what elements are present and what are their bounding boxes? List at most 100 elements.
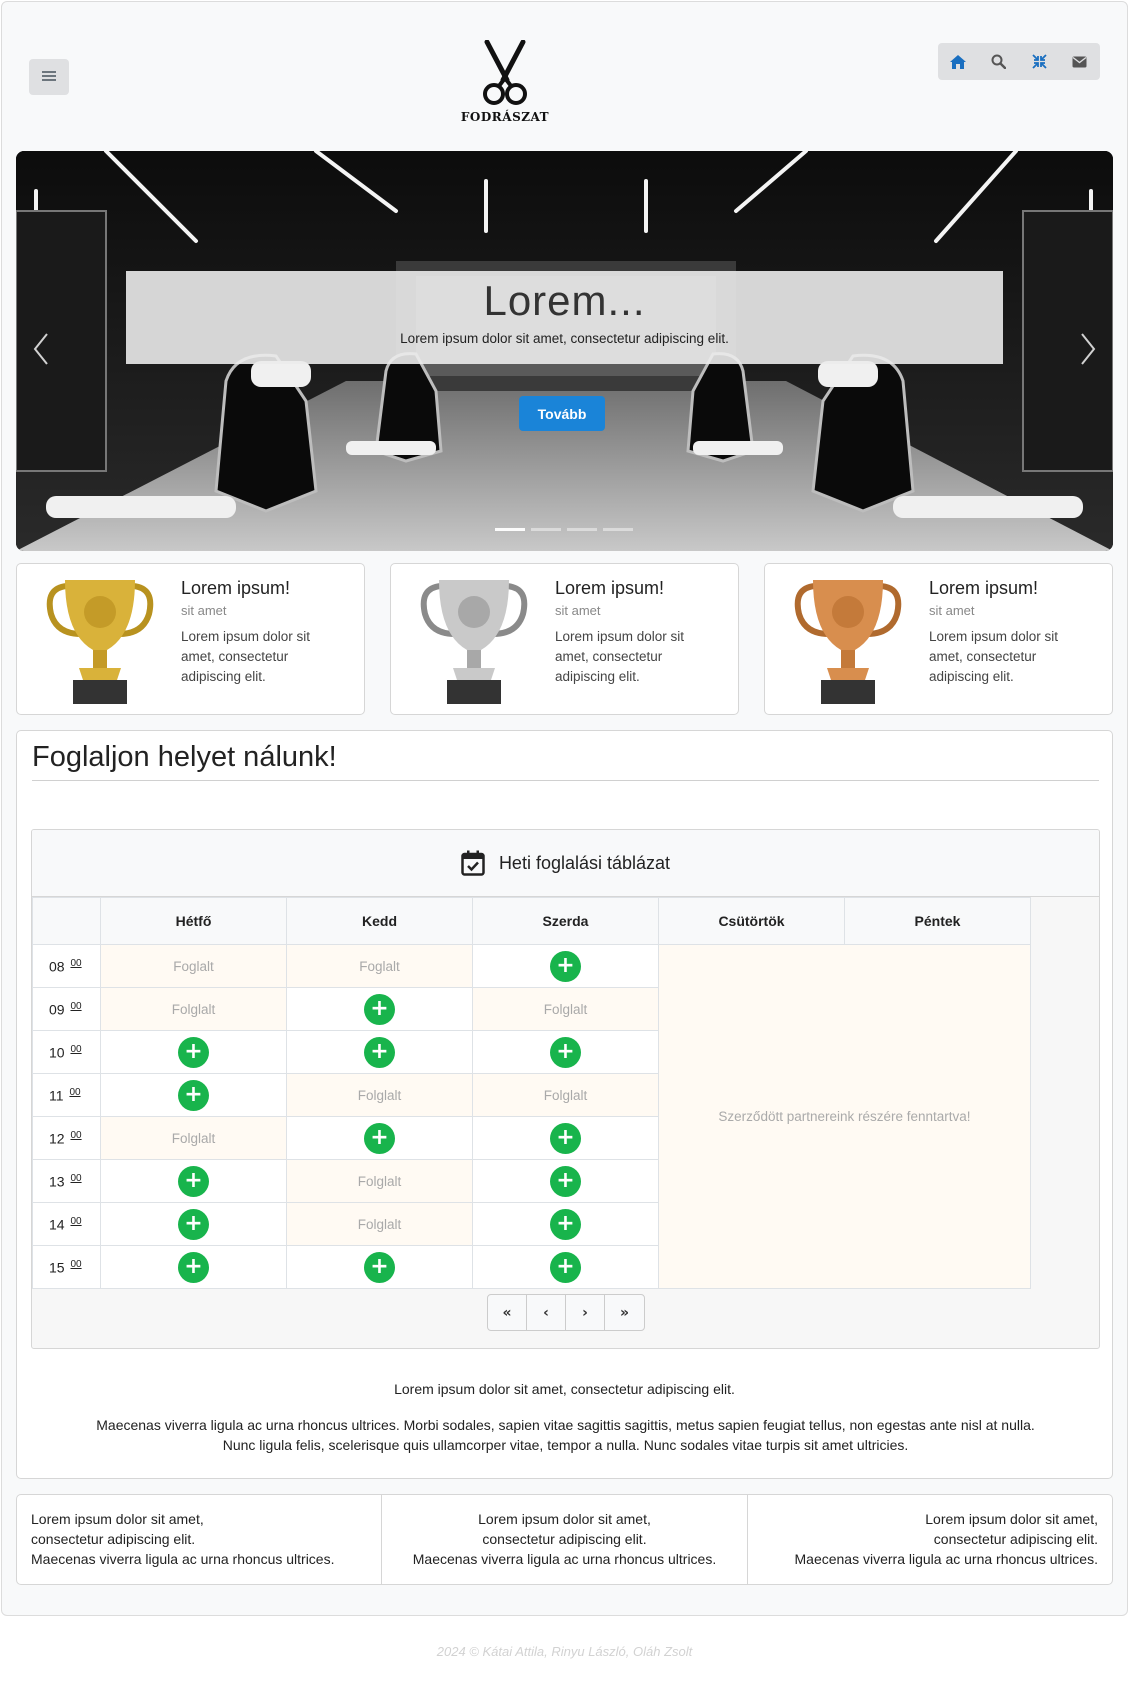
slot-free-cell: + [100,1159,287,1203]
slot-free-cell: + [100,1202,287,1246]
hour-label: 08 [49,958,65,975]
day-header: Szerda [472,897,659,945]
slot-busy-cell: Folglalt [100,1116,287,1160]
time-slot-label: 15 00 [32,1245,101,1289]
minute-label: 00 [70,1000,82,1012]
booking-table-card: Heti foglalási táblázat Hétfő Kedd Szerd… [31,829,1100,1349]
slot-free-cell: + [472,944,659,988]
minute-label: 00 [70,1043,82,1055]
time-slot-label: 10 00 [32,1030,101,1074]
carousel-indicator-2[interactable] [531,528,561,531]
footer-line: Maecenas viverra ligula ac urna rhoncus … [31,1551,335,1567]
minute-label: 00 [70,1172,82,1184]
footer-line: consectetur adipiscing elit. [31,1531,196,1547]
slot-busy-cell: Folglalt [286,1202,473,1246]
slot-free-cell: + [100,1245,287,1289]
card-body: Lorem ipsum dolor sit amet, consectetur … [929,629,1059,684]
award-card: Lorem ipsum! sit amet Lorem ipsum dolor … [390,563,739,715]
card-body: Lorem ipsum dolor sit amet, consectetur … [555,629,685,684]
slot-free-cell: + [286,1116,473,1160]
book-slot-button[interactable]: + [178,1208,209,1240]
nav-contact-button[interactable] [1060,43,1101,80]
chevron-right-icon [1081,333,1096,365]
slot-free-cell: + [286,1245,473,1289]
minute-label: 00 [70,1129,82,1141]
search-icon [991,54,1007,69]
next-page-button[interactable]: › [566,1295,605,1330]
book-slot-button[interactable]: + [550,1122,581,1154]
carousel-indicator-3[interactable] [567,528,597,531]
time-slot-label: 13 00 [32,1159,101,1203]
booking-table-header: Heti foglalási táblázat [32,830,1099,897]
award-card: Lorem ipsum! sit amet Lorem ipsum dolor … [16,563,365,715]
carousel-indicator-1[interactable] [495,528,525,531]
slot-busy-cell: Folglalt [286,1073,473,1117]
carousel-text: Lorem ipsum dolor sit amet, consectetur … [400,331,729,346]
first-page-button[interactable]: « [488,1295,527,1330]
slot-busy-cell: Foglalt [286,944,473,988]
footer-line: consectetur adipiscing elit. [482,1531,647,1547]
book-slot-button[interactable]: + [178,1251,209,1283]
footer-column: Lorem ipsum dolor sit amet, consectetur … [746,1495,1112,1584]
footer-line: Maecenas viverra ligula ac urna rhoncus … [412,1551,717,1567]
nav-search-button[interactable] [979,43,1020,80]
booking-text-body: Maecenas viverra ligula ac urna rhoncus … [87,1415,1044,1455]
hero-carousel: Lorem... Lorem ipsum dolor sit amet, con… [16,151,1113,551]
minute-label: 00 [70,957,82,969]
last-page-button[interactable]: » [605,1295,644,1330]
menu-toggle-button[interactable] [29,59,69,95]
carousel-next-button[interactable] [1073,329,1103,369]
book-slot-button[interactable]: + [550,1165,581,1197]
book-slot-button[interactable]: + [550,1036,581,1068]
top-nav [938,43,1100,80]
slot-free-cell: + [472,1245,659,1289]
day-header: Kedd [286,897,473,945]
more-button[interactable]: Tovább [519,396,605,431]
book-slot-button[interactable]: + [364,1251,395,1283]
minute-label: 00 [70,1215,82,1227]
logo[interactable]: FODRÁSZAT [460,40,550,126]
envelope-icon [1072,56,1087,67]
carousel-prev-button[interactable] [26,329,56,369]
book-slot-button[interactable]: + [364,1036,395,1068]
slot-free-cell: + [472,1030,659,1074]
card-subtitle: sit amet [929,603,975,618]
time-column-header [32,897,101,945]
scissors-icon [483,40,527,105]
time-slot-label: 09 00 [32,987,101,1031]
card-subtitle: sit amet [555,603,601,618]
book-slot-button[interactable]: + [550,1251,581,1283]
home-icon [950,54,967,69]
silver-trophy-icon [409,572,539,708]
footer-column: Lorem ipsum dolor sit amet, consectetur … [17,1495,381,1584]
footer-column: Lorem ipsum dolor sit amet, consectetur … [381,1495,746,1584]
book-slot-button[interactable]: + [550,950,581,982]
card-title: Lorem ipsum! [181,578,291,598]
hour-label: 11 [49,1087,64,1104]
nav-home-button[interactable] [938,43,979,80]
minute-label: 00 [69,1086,81,1098]
book-slot-button[interactable]: + [178,1036,209,1068]
book-slot-button[interactable]: + [178,1165,209,1197]
bronze-trophy-icon [783,572,913,708]
footer-info: Lorem ipsum dolor sit amet, consectetur … [16,1494,1113,1585]
carousel-caption: Lorem... Lorem ipsum dolor sit amet, con… [126,271,1003,364]
slot-free-cell: + [286,1030,473,1074]
card-subtitle: sit amet [181,603,227,618]
time-slot-label: 08 00 [32,944,101,988]
book-slot-button[interactable]: + [178,1079,209,1111]
calendar-check-icon [461,850,485,876]
carousel-indicator-4[interactable] [603,528,633,531]
slot-busy-cell: Folglalt [100,987,287,1031]
prev-page-button[interactable]: ‹ [527,1295,566,1330]
book-slot-button[interactable]: + [364,1122,395,1154]
nav-compress-button[interactable] [1019,43,1060,80]
booking-panel: Foglaljon helyet nálunk! Heti foglalási … [16,730,1113,1479]
day-header: Csütörtök [658,897,845,945]
book-slot-button[interactable]: + [550,1208,581,1240]
pagination: « ‹ › » [487,1294,645,1331]
chevron-left-icon [33,333,48,365]
book-slot-button[interactable]: + [364,993,395,1025]
copyright: 2024 © Kátai Attila, Rinyu László, Oláh … [436,1644,693,1659]
slot-free-cell: + [472,1202,659,1246]
